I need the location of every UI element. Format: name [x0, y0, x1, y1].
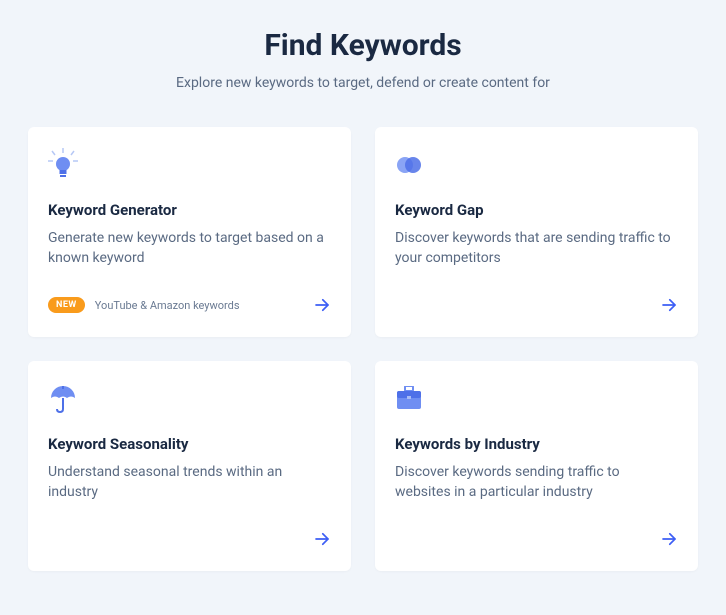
card-description: Discover keywords sending traffic to web… — [395, 463, 678, 511]
card-footer: NEW YouTube & Amazon keywords — [48, 293, 331, 317]
arrow-right-icon — [313, 530, 331, 548]
card-title: Keyword Generator — [48, 201, 331, 219]
card-description: Understand seasonal trends within an ind… — [48, 463, 331, 511]
card-title: Keyword Gap — [395, 201, 678, 219]
card-title: Keywords by Industry — [395, 435, 678, 453]
card-footer — [48, 527, 331, 551]
card-keyword-seasonality[interactable]: Keyword Seasonality Understand seasonal … — [28, 361, 351, 571]
briefcase-icon — [395, 381, 678, 417]
lightbulb-icon — [48, 147, 331, 183]
card-footer-left: NEW YouTube & Amazon keywords — [48, 297, 240, 313]
cards-grid: Keyword Generator Generate new keywords … — [28, 127, 698, 571]
arrow-right-icon — [660, 530, 678, 548]
page-title: Find Keywords — [28, 28, 698, 63]
card-keywords-by-industry[interactable]: Keywords by Industry Discover keywords s… — [375, 361, 698, 571]
card-description: Generate new keywords to target based on… — [48, 229, 331, 277]
card-footer — [395, 527, 678, 551]
arrow-right-icon — [313, 296, 331, 314]
card-keyword-generator[interactable]: Keyword Generator Generate new keywords … — [28, 127, 351, 337]
card-footer — [395, 293, 678, 317]
overlap-circles-icon — [395, 147, 678, 183]
arrow-right-icon — [660, 296, 678, 314]
card-footer-text: YouTube & Amazon keywords — [95, 299, 240, 312]
card-keyword-gap[interactable]: Keyword Gap Discover keywords that are s… — [375, 127, 698, 337]
new-badge: NEW — [48, 297, 85, 313]
page-subtitle: Explore new keywords to target, defend o… — [28, 75, 698, 91]
umbrella-icon — [48, 381, 331, 417]
card-description: Discover keywords that are sending traff… — [395, 229, 678, 277]
card-title: Keyword Seasonality — [48, 435, 331, 453]
